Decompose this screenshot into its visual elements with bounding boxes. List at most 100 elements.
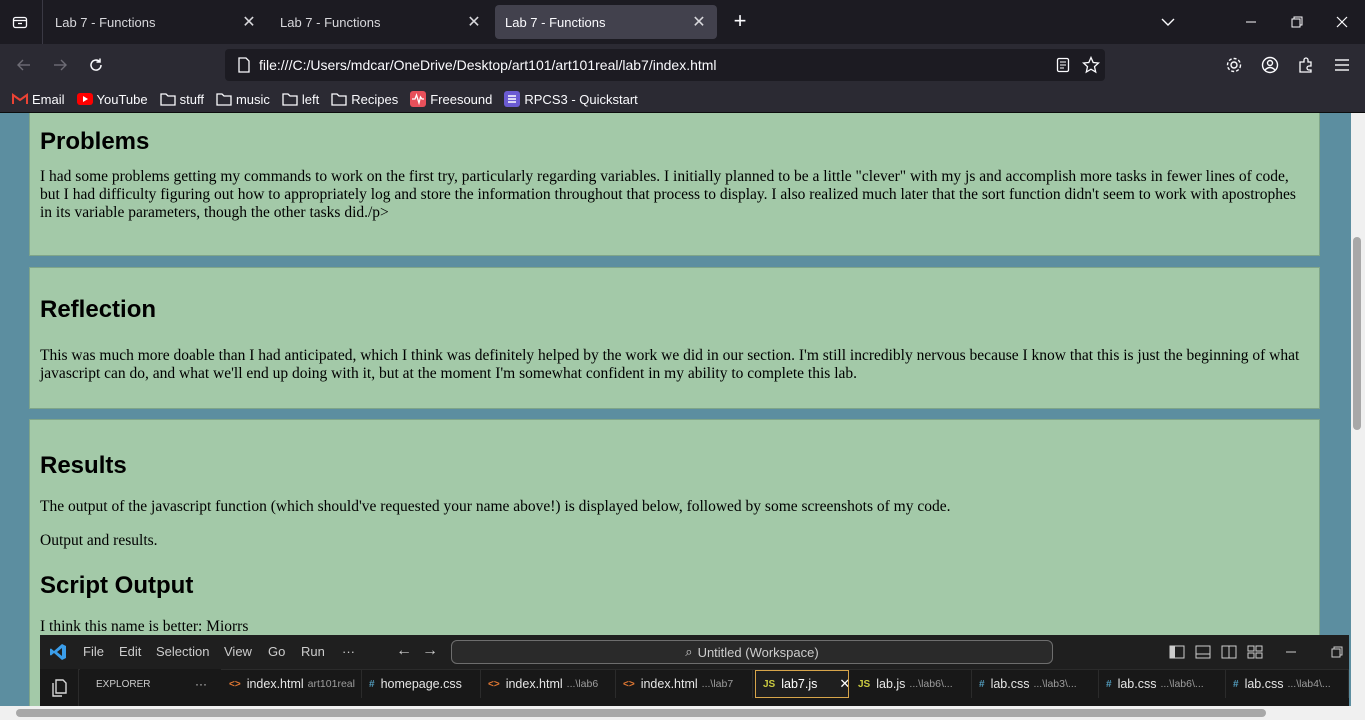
close-icon[interactable]: ✕ bbox=[241, 14, 257, 31]
page-viewport: Problems I had some problems getting my … bbox=[0, 113, 1351, 706]
css-file-icon: # bbox=[1233, 678, 1239, 690]
gmail-icon bbox=[12, 91, 28, 107]
vscode-tab: <> index.html art101real bbox=[222, 670, 362, 698]
css-file-icon: # bbox=[979, 678, 985, 690]
vscode-tab-dir: ...\lab6\... bbox=[909, 678, 953, 690]
settings-gear-icon[interactable] bbox=[1222, 53, 1246, 77]
browser-tab[interactable]: Lab 7 - Functions ✕ bbox=[45, 5, 267, 39]
youtube-icon bbox=[76, 91, 93, 107]
browser-tab-active[interactable]: Lab 7 - Functions ✕ bbox=[495, 5, 717, 39]
css-file-icon: # bbox=[1106, 678, 1112, 690]
vscode-tab-name: index.html bbox=[640, 677, 698, 691]
vscode-menu-view: View bbox=[224, 644, 252, 659]
vscode-tab-dir: ...\lab7 bbox=[701, 678, 734, 690]
vscode-tab: # homepage.css bbox=[362, 670, 481, 698]
minimize-icon[interactable] bbox=[1228, 0, 1274, 44]
vscode-menu-file: File bbox=[83, 644, 104, 659]
vscode-menu-go: Go bbox=[268, 644, 286, 659]
extensions-puzzle-icon[interactable] bbox=[1294, 53, 1318, 77]
vscode-tab: # lab.css ...\lab3\... bbox=[972, 670, 1099, 698]
restore-icon[interactable] bbox=[1274, 0, 1320, 44]
vscode-tab-close-icon: ✕ bbox=[839, 676, 848, 692]
browser-tab[interactable]: Lab 7 - Functions ✕ bbox=[270, 5, 492, 39]
folder-icon bbox=[159, 91, 176, 107]
folder-icon bbox=[331, 91, 347, 107]
vscode-menu-selection: Selection bbox=[156, 644, 210, 659]
page-icon bbox=[229, 57, 259, 73]
rpcs3-icon bbox=[504, 91, 521, 107]
results-subtext: Output and results. bbox=[40, 532, 158, 549]
vscode-forward-arrow-icon: → bbox=[422, 642, 438, 659]
folder-icon bbox=[216, 91, 232, 107]
bookmark-rpcs3[interactable]: RPCS3 - Quickstart bbox=[504, 91, 638, 107]
reflection-heading: Reflection bbox=[40, 296, 157, 323]
vscode-explorer-label: EXPLORER bbox=[96, 679, 151, 690]
toggle-secondary-sidebar-icon bbox=[1221, 645, 1237, 659]
vscode-screenshot-image: File Edit Selection View Go Run ··· ← → … bbox=[40, 635, 1349, 706]
back-arrow-icon[interactable] bbox=[12, 53, 36, 77]
results-text: The output of the javascript function (w… bbox=[40, 498, 951, 515]
bookmark-folder-stuff[interactable]: stuff bbox=[159, 91, 204, 107]
script-output-heading: Script Output bbox=[40, 572, 194, 599]
bookmark-folder-left[interactable]: left bbox=[282, 91, 319, 107]
js-file-icon: JS bbox=[763, 678, 776, 690]
bookmark-folder-recipes[interactable]: Recipes bbox=[331, 91, 398, 107]
bookmark-label: RPCS3 - Quickstart bbox=[524, 91, 638, 107]
horizontal-scrollbar[interactable] bbox=[0, 706, 1365, 720]
html-file-icon: <> bbox=[229, 678, 241, 690]
js-file-icon: JS bbox=[858, 678, 871, 690]
close-icon[interactable]: ✕ bbox=[691, 14, 707, 31]
vertical-scrollbar[interactable] bbox=[1351, 113, 1365, 706]
bookmark-freesound[interactable]: Freesound bbox=[410, 91, 492, 107]
reload-icon[interactable] bbox=[84, 53, 108, 77]
forward-arrow-icon[interactable] bbox=[48, 53, 72, 77]
freesound-icon bbox=[410, 91, 427, 107]
bookmark-label: stuff bbox=[179, 91, 204, 107]
problems-heading: Problems bbox=[40, 128, 150, 155]
vscode-explorer-more: ··· bbox=[195, 677, 207, 691]
toggle-primary-sidebar-icon bbox=[1169, 645, 1185, 659]
vscode-tab-name: lab.css bbox=[1117, 677, 1157, 691]
bookmark-youtube[interactable]: YouTube bbox=[76, 91, 148, 107]
chevron-down-icon[interactable] bbox=[1145, 0, 1191, 44]
problems-text: I had some problems getting my commands … bbox=[40, 168, 1296, 221]
vscode-tab-name: lab.css bbox=[1244, 677, 1284, 691]
vscode-back-arrow-icon: ← bbox=[396, 642, 412, 659]
vscode-tab-dir: ...\lab6\... bbox=[1160, 678, 1204, 690]
url-text[interactable]: file:///C:/Users/mdcar/OneDrive/Desktop/… bbox=[259, 57, 1049, 73]
vscode-menu-more: ··· bbox=[342, 644, 355, 659]
close-window-icon[interactable] bbox=[1319, 0, 1365, 44]
bookmark-folder-music[interactable]: music bbox=[216, 91, 270, 107]
vscode-tab-dir: ...\lab3\... bbox=[1033, 678, 1077, 690]
problems-section: Problems I had some problems getting my … bbox=[29, 113, 1320, 256]
vscode-search-icon: ⌕ bbox=[685, 644, 693, 659]
navigation-toolbar: file:///C:/Users/mdcar/OneDrive/Desktop/… bbox=[0, 44, 1365, 86]
vscode-tab: <> index.html ...\lab7 bbox=[616, 670, 753, 698]
vscode-menu-run: Run bbox=[301, 644, 325, 659]
vscode-logo-icon bbox=[50, 644, 66, 660]
vscode-tab: <> index.html ...\lab6 bbox=[481, 670, 616, 698]
bookmark-label: music bbox=[235, 91, 270, 107]
reader-view-icon[interactable] bbox=[1049, 57, 1077, 73]
list-all-tabs-icon[interactable] bbox=[0, 0, 40, 44]
horizontal-scrollbar-thumb[interactable] bbox=[16, 709, 1266, 717]
new-tab-plus-icon[interactable]: + bbox=[728, 10, 752, 34]
vscode-tab-name: lab7.js bbox=[781, 677, 818, 691]
address-bar[interactable]: file:///C:/Users/mdcar/OneDrive/Desktop/… bbox=[225, 49, 1105, 81]
menu-hamburger-icon[interactable] bbox=[1330, 53, 1354, 77]
close-icon[interactable]: ✕ bbox=[466, 14, 482, 31]
vscode-tab-name: homepage.css bbox=[380, 677, 462, 691]
bookmark-label: Freesound bbox=[430, 91, 493, 107]
vscode-tab-name: index.html bbox=[505, 677, 563, 691]
bookmark-label: Email bbox=[32, 91, 65, 107]
bookmark-email[interactable]: Email bbox=[12, 91, 65, 107]
vscode-command-center: ⌕ Untitled (Workspace) bbox=[451, 640, 1053, 664]
tab-title: Lab 7 - Functions bbox=[55, 14, 156, 30]
vscode-tab: # lab.css ...\lab6\... bbox=[1099, 670, 1226, 698]
vscode-tab-dir: ...\lab6 bbox=[566, 678, 599, 690]
account-icon[interactable] bbox=[1258, 53, 1282, 77]
reflection-section: Reflection This was much more doable tha… bbox=[29, 267, 1320, 409]
vertical-scrollbar-thumb[interactable] bbox=[1353, 237, 1361, 430]
bookmark-star-icon[interactable] bbox=[1077, 56, 1105, 74]
folder-icon bbox=[282, 91, 298, 107]
